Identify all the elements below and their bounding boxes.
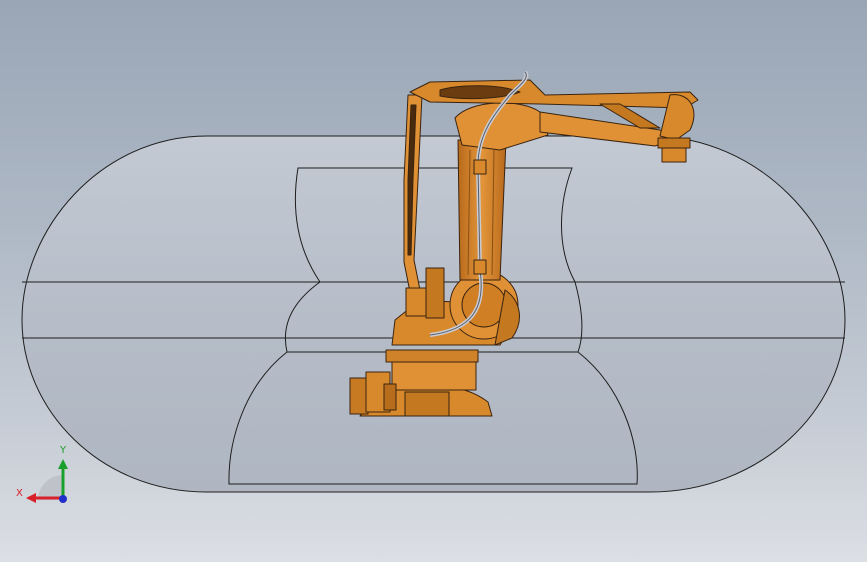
robot-base-plate <box>404 391 450 417</box>
robot-base-top <box>385 349 479 363</box>
coordinate-triad: X Y <box>16 445 68 503</box>
triad-base-quadrant <box>38 475 63 500</box>
robot-cable-clamp-1 <box>473 159 487 175</box>
triad-x-label: X <box>16 488 23 499</box>
triad-y-arrow <box>58 459 68 469</box>
robot-flange <box>657 137 691 149</box>
model-scene[interactable]: X Y <box>0 0 867 562</box>
triad-y-label: Y <box>59 445 67 456</box>
robot-tool <box>661 147 687 163</box>
robot-base-motor-1 <box>349 377 369 415</box>
robot-cable-clamp-2 <box>473 259 487 275</box>
robot-link-bracket-2 <box>425 267 445 319</box>
graphics-viewport[interactable]: X Y <box>0 0 867 562</box>
robot-link-bracket <box>405 287 429 317</box>
robot-base-motor-3 <box>383 383 397 411</box>
triad-x-arrow <box>26 493 36 503</box>
robot-base-housing <box>391 359 477 391</box>
triad-z-axis <box>59 495 67 503</box>
